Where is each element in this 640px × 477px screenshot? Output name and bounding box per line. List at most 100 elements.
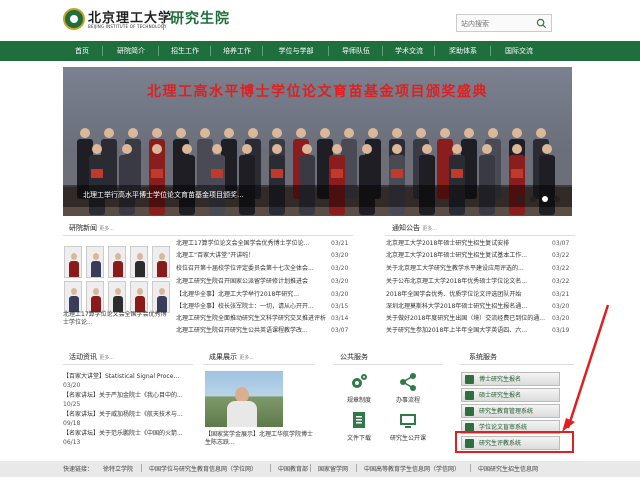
site-title[interactable]: 研究生院 — [170, 8, 230, 28]
person-head — [248, 128, 258, 138]
news-item[interactable]: 校位召开第十届校学位评定委员会第十七次全体会... — [176, 264, 326, 274]
nav-item-supervisors[interactable]: 导师队伍 — [332, 41, 380, 61]
news-photo[interactable] — [86, 281, 104, 313]
notice-item[interactable]: 北京理工大学2018年硕士研究生招生复试安排 — [386, 239, 546, 249]
nav-item-training[interactable]: 培养工作 — [214, 41, 260, 61]
service-downloads[interactable]: 文件下载 — [334, 433, 384, 442]
notice-item[interactable]: 北京理工大学2018年硕士研究生招生复试基本工作... — [386, 251, 546, 261]
nav-divider — [102, 46, 103, 56]
activities-heading: 活动资讯 更多... — [69, 352, 114, 362]
header: 北京理工大学 BEIJING INSTITUTE OF TECHNOLOGY 研… — [0, 0, 640, 40]
certificate — [391, 169, 403, 178]
showcase-caption[interactable]: 【国家奖学金展示】北理工华航学院博士生陈志跃... — [205, 431, 315, 447]
divider — [333, 364, 443, 365]
nav-item-degree[interactable]: 学位与学部 — [266, 41, 326, 61]
activity-item[interactable]: 【名家讲坛】关于威加杨院士《航天技术与... — [63, 410, 193, 420]
news-photo[interactable] — [64, 246, 82, 278]
more-link[interactable]: 更多... — [99, 226, 114, 232]
news-item[interactable]: 【北理华全事】北理工大学举行2018年研究... — [176, 290, 326, 300]
search-icon[interactable] — [536, 18, 547, 29]
activity-item[interactable]: 【名家讲坛】关于范乐鹏院士《中国的火箭... — [63, 429, 193, 439]
activity-date: 06/13 — [63, 439, 81, 446]
service-rules[interactable]: 规章制度 — [334, 395, 384, 404]
notice-date: 03/22 — [552, 265, 570, 272]
nav-item-admissions[interactable]: 招生工作 — [162, 41, 208, 61]
news-photo[interactable] — [108, 281, 126, 313]
nav-divider — [210, 46, 211, 56]
service-open-courses[interactable]: 研究生公开课 — [383, 433, 433, 442]
certificate — [451, 169, 463, 178]
footer-link[interactable]: 中国研究生招生信息网 — [478, 464, 538, 473]
more-link[interactable]: 更多... — [99, 355, 114, 361]
more-link[interactable]: 更多... — [239, 355, 254, 361]
person-head — [392, 144, 402, 154]
news-photo[interactable] — [130, 281, 148, 313]
news-photo[interactable] — [152, 246, 170, 278]
footer-divider — [470, 464, 471, 472]
carousel-dot-active[interactable] — [542, 196, 548, 202]
footer-link[interactable]: 国家留学网 — [318, 464, 348, 473]
more-link[interactable]: 更多... — [422, 226, 437, 232]
carousel-dot[interactable] — [518, 196, 524, 202]
notice-item[interactable]: 深圳北理莫斯科大学2018年硕士研究生招生报名通... — [386, 302, 546, 312]
system-icon — [465, 391, 474, 400]
news-photo[interactable] — [86, 246, 104, 278]
news-item[interactable]: 【北理华全事】校长张军院士：一切，请从心开开... — [176, 302, 326, 312]
person-head — [122, 144, 132, 154]
news-photo-caption[interactable]: 北理工17算学位论文会全国学会优秀博士学位论... — [63, 311, 171, 327]
notice-item[interactable]: 关于北京理工大学研究生教学水平建设应用评选的... — [386, 264, 546, 274]
nav-item-scholarships[interactable]: 奖助体系 — [438, 41, 488, 61]
news-item[interactable]: 北理工研究生院全面推动研究生文科学研究交叉推进评析 — [176, 314, 326, 324]
activity-item[interactable]: 【百家大讲堂】Statistical Signal Proce... — [63, 372, 193, 382]
system-button-education-management[interactable]: 研究生教育管理系统 — [461, 404, 560, 418]
news-item[interactable]: 北理工“百家大讲堂”开讲啦！ — [176, 251, 326, 261]
notice-item[interactable]: 2018年全国学会优秀、优质学位论文评选团队开始 — [386, 290, 546, 300]
activity-date: 09/18 — [63, 420, 81, 427]
notice-item[interactable]: 关于公布北京理工大学2018年优秀硕士学位论文名... — [386, 277, 546, 287]
person-head — [512, 128, 522, 138]
open-course-icon[interactable] — [398, 410, 418, 430]
person-head — [152, 128, 162, 138]
notice-item[interactable]: 关于研究生参加2018年上半年全国大学英语四、六... — [386, 326, 546, 336]
rules-gear-icon[interactable] — [349, 372, 369, 392]
notice-date: 03/21 — [552, 291, 570, 298]
nav-item-international[interactable]: 国际交流 — [494, 41, 544, 61]
process-share-icon[interactable] — [398, 372, 418, 392]
service-process[interactable]: 办事流程 — [383, 395, 433, 404]
activity-item[interactable]: 【名家讲坛】关于严加金院士《我心目中的... — [63, 391, 193, 401]
news-photo[interactable] — [108, 246, 126, 278]
person-head — [464, 128, 474, 138]
person-head — [92, 144, 102, 154]
news-photo[interactable] — [64, 281, 82, 313]
search-input[interactable] — [461, 17, 531, 30]
nav-divider — [158, 46, 159, 56]
notice-item[interactable]: 关于做好2018年度研究生出国（境）交流经费已到位的通... — [386, 314, 546, 324]
person-head — [542, 144, 552, 154]
news-photo[interactable] — [152, 281, 170, 313]
nav-item-about[interactable]: 研院简介 — [106, 41, 156, 61]
divider — [203, 364, 315, 365]
person-head — [242, 144, 252, 154]
footer-link[interactable]: 中国学位与研究生教育信息网（学位网） — [149, 464, 257, 473]
banner-caption[interactable]: 北理工举行高水平博士学位论文育苗基金项目颁奖... — [83, 190, 244, 200]
system-button-phd-apply[interactable]: 博士研究生报名 — [461, 372, 560, 386]
download-file-icon[interactable] — [349, 410, 369, 430]
nav-item-home[interactable]: 首页 — [63, 41, 101, 61]
system-button-master-apply[interactable]: 硕士研究生报名 — [461, 388, 560, 402]
nav-item-academic[interactable]: 学术交流 — [386, 41, 432, 61]
news-photo[interactable] — [130, 246, 148, 278]
person-head — [536, 128, 546, 138]
carousel-dot[interactable] — [530, 196, 536, 202]
news-item[interactable]: 北理工17算学位论文会全国学会优秀博士学位论... — [176, 239, 326, 249]
carousel-dot[interactable] — [554, 196, 560, 202]
person-head — [368, 128, 378, 138]
footer-link[interactable]: 徐特立学院 — [103, 464, 133, 473]
showcase-photo[interactable] — [205, 371, 283, 427]
footer-link[interactable]: 中国高等教育学生信息网（学信网） — [364, 464, 460, 473]
person-head — [80, 128, 90, 138]
news-item[interactable]: 北理工研究生院召开研究生公共英语课程教学改... — [176, 326, 326, 336]
news-date: 03/15 — [331, 303, 349, 310]
footer-link[interactable]: 中国教育部 — [278, 464, 308, 473]
footer-label: 快速链接： — [63, 466, 94, 473]
news-item[interactable]: 北理工研究生院召开国家公派留学研修计划推进会 — [176, 277, 326, 287]
